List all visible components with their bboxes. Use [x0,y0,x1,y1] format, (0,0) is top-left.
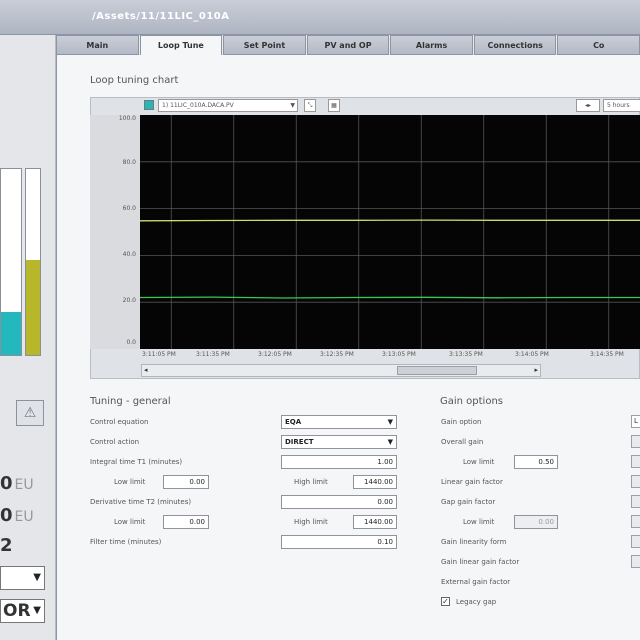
y-tick: 20.0 [122,297,136,304]
chart-toolbar: 1) 11LIC_010A.DACA.PV ▼ ⤡ ▦ ◂▸ 5 hours [92,99,640,113]
tab-co[interactable]: Co [557,35,640,55]
control-equation-label: Control equation [90,418,149,426]
nonlinear-gain-factor-field[interactable] [631,555,640,568]
legacy-gap-checkbox[interactable]: ✓ [441,597,450,606]
series-line-1 [140,219,640,222]
linear-gain-factor-field[interactable] [631,475,640,488]
derivative-low-limit-field[interactable]: 0.00 [163,515,209,529]
gap-low-limit-label: Low limit [463,518,495,526]
checkmark-icon: ✓ [442,597,449,606]
tab-pv-and-op[interactable]: PV and OP [306,35,390,55]
integral-high-limit-label: High limit [294,478,328,486]
left-blank-dropdown[interactable]: ▼ [0,566,45,590]
tab-bar: Main Loop Tune Set Point PV and OP Alarm… [56,35,640,56]
linear-gain-factor-label: Linear gain factor [441,478,503,486]
gain-low-limit-extra[interactable] [631,455,640,468]
alarm-bell-icon[interactable]: ⚠ [16,400,44,426]
yellow-level-fill [26,260,40,355]
integral-low-limit-field[interactable]: 0.00 [163,475,209,489]
x-tick: 3:14:35 PM [590,351,624,358]
x-tick: 3:12:35 PM [320,351,354,358]
y-tick: 80.0 [122,159,136,166]
gain-option-select[interactable]: L [631,415,640,428]
y-tick: 0.0 [126,339,136,346]
y-tick: 40.0 [122,251,136,258]
chart-title: Loop tuning chart [90,75,179,86]
tab-set-point[interactable]: Set Point [223,35,306,55]
chevron-down-icon: ▼ [387,438,393,446]
yellow-level-bar [25,168,41,356]
tab-connections[interactable]: Connections [473,35,557,55]
nonlinear-gain-factor-label: Gain linear gain factor [441,558,520,566]
derivative-time-label: Derivative time T2 (minutes) [90,498,192,506]
grid-icon[interactable]: ▦ [328,99,340,112]
title-bar: /Assets/11/11LIC_010A [0,0,640,35]
overall-gain-label: Overall gain [441,438,484,446]
filter-time-field[interactable]: 0.10 [281,535,397,549]
chevron-down-icon: ▼ [290,102,295,109]
integral-time-field[interactable]: 1.00 [281,455,397,469]
control-equation-select[interactable]: EQA ▼ [281,415,397,429]
time-range-icon[interactable]: ◂▸ [576,99,600,112]
derivative-time-field[interactable]: 0.00 [281,495,397,509]
pen-select[interactable]: 1) 11LIC_010A.DACA.PV ▼ [158,99,298,112]
y-tick: 60.0 [122,205,136,212]
legacy-gap-label: Legacy gap [456,598,497,606]
gap-low-limit-extra[interactable] [631,515,640,528]
left-value-1: 0 EU [0,473,34,494]
integral-low-limit-label: Low limit [114,478,146,486]
derivative-low-limit-label: Low limit [114,518,146,526]
trend-plot[interactable] [140,115,640,349]
integral-time-label: Integral time T1 (minutes) [90,458,183,466]
control-action-label: Control action [90,438,140,446]
nonlinearity-form-label: Gain linearity form [441,538,507,546]
gain-section-title: Gain options [440,396,504,407]
chevron-down-icon: ▼ [33,605,41,616]
gap-gain-factor-label: Gap gain factor [441,498,496,506]
left-value-2: 0 EU [0,505,34,526]
chart-scrollbar[interactable]: ◂ ▸ [141,364,541,377]
integral-high-limit-field[interactable]: 1440.00 [353,475,397,489]
external-gain-factor-label: External gain factor [441,578,511,586]
nonlinearity-form-field[interactable] [631,535,640,548]
mode-dropdown[interactable]: OR ▼ [0,599,45,623]
zoom-icon[interactable]: ⤡ [304,99,316,112]
x-tick: 3:13:05 PM [382,351,416,358]
chevron-down-icon: ▼ [33,572,41,583]
x-tick: 3:13:35 PM [449,351,483,358]
y-tick: 100.0 [118,115,136,122]
teal-level-fill [1,312,21,355]
x-tick: 3:11:05 PM [142,351,176,358]
left-value-3: 2 [0,535,13,556]
gain-option-label: Gain option [441,418,482,426]
y-axis: 100.0 80.0 60.0 40.0 20.0 0.0 [90,115,140,349]
scroll-thumb[interactable] [397,366,477,375]
overall-gain-field[interactable] [631,435,640,448]
tab-loop-tune[interactable]: Loop Tune [139,35,223,56]
derivative-high-limit-field[interactable]: 1440.00 [353,515,397,529]
scroll-right-icon[interactable]: ▸ [534,365,538,376]
x-tick: 3:11:35 PM [196,351,230,358]
plot-background [140,115,640,349]
gain-low-limit-label: Low limit [463,458,495,466]
time-range-select[interactable]: 5 hours [603,99,640,112]
tab-alarms[interactable]: Alarms [390,35,473,55]
derivative-high-limit-label: High limit [294,518,328,526]
teal-level-bar [0,168,22,356]
scroll-left-icon[interactable]: ◂ [144,365,148,376]
x-tick: 3:14:05 PM [515,351,549,358]
gain-low-limit-field[interactable]: 0.50 [514,455,558,469]
x-tick: 3:12:05 PM [258,351,292,358]
control-action-select[interactable]: DIRECT ▼ [281,435,397,449]
filter-time-label: Filter time (minutes) [90,538,162,546]
tuning-section-title: Tuning - general [90,396,171,407]
chevron-down-icon: ▼ [387,418,393,426]
window-path: /Assets/11/11LIC_010A [92,11,230,22]
gap-low-limit-field: 0.00 [514,515,558,529]
gap-gain-factor-field[interactable] [631,495,640,508]
tab-main[interactable]: Main [56,35,139,55]
pen-color-swatch[interactable] [144,100,154,110]
